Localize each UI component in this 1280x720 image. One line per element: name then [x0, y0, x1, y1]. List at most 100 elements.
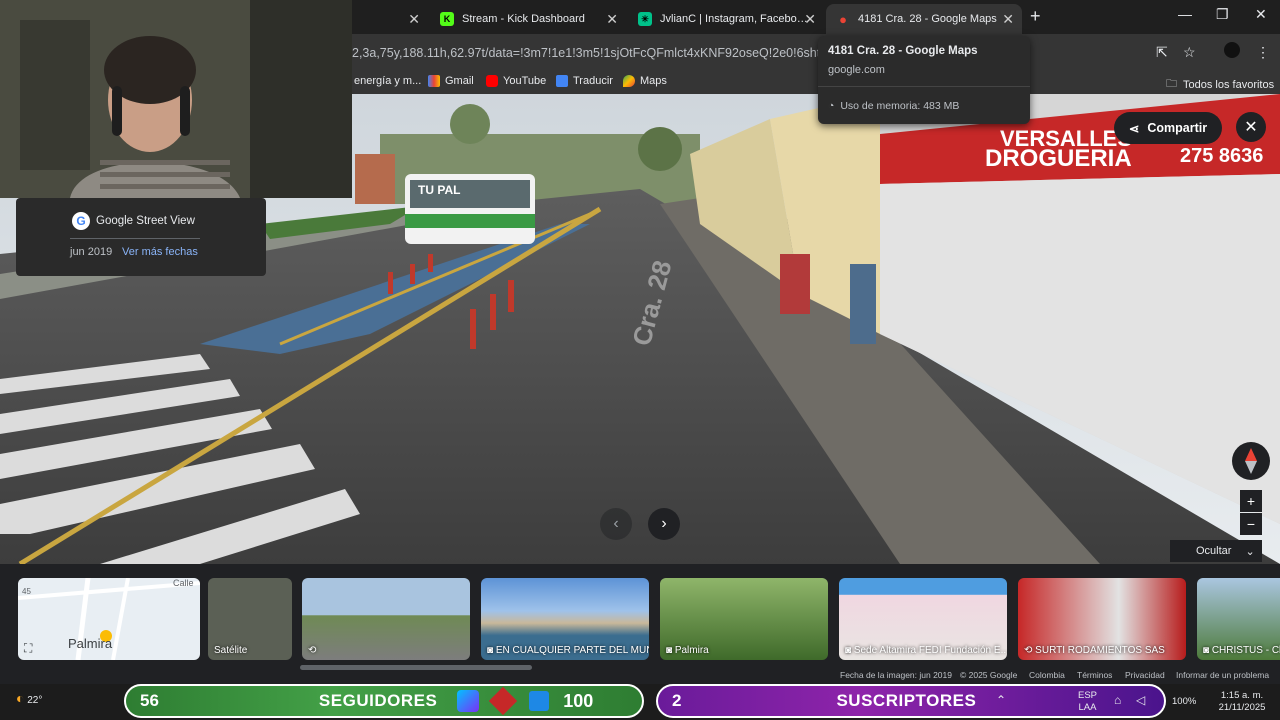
thumbnail-label: ◙ CHRISTUS - Cl: [1203, 645, 1280, 656]
hide-label: Ocultar: [1196, 545, 1232, 557]
new-tab-button[interactable]: +: [1030, 6, 1041, 27]
camera-icon: ◙: [1203, 645, 1210, 656]
minimap-image: Calle 45 Palmira: [18, 578, 200, 660]
bookmark-item[interactable]: energía y m...: [354, 75, 421, 87]
minimize-icon[interactable]: —: [1178, 6, 1192, 22]
satellite-thumbnail[interactable]: Satélite: [208, 578, 292, 660]
bookmark-label: Traducir: [573, 75, 613, 87]
thumbnail-label-text: CHRISTUS - Cl: [1211, 645, 1280, 656]
minimap-thumbnail[interactable]: Calle 45 Palmira ⛶: [18, 578, 200, 660]
panorama-icon: ⟲: [1024, 645, 1033, 656]
network-icon[interactable]: ⌂: [1114, 694, 1121, 706]
thumbnail-label-text: Sede Altamira FEDI Fundación E...: [853, 645, 1007, 656]
panorama-icon: ⟲: [308, 645, 317, 656]
tab-previous[interactable]: ✕: [352, 4, 428, 34]
thumbnail-label-text: EN CUALQUIER PARTE DEL MUN...: [495, 645, 649, 656]
volume-icon[interactable]: ◁: [1136, 694, 1145, 706]
copyright-label: © 2025 Google: [960, 670, 1018, 680]
copilot-icon[interactable]: [457, 690, 480, 712]
svg-text:TU PAL: TU PAL: [418, 183, 460, 197]
next-arrow-button[interactable]: ›: [648, 508, 680, 540]
report-problem-link[interactable]: Informar de un problema: [1176, 670, 1269, 680]
privacy-link[interactable]: Privacidad: [1125, 670, 1165, 680]
close-tab-icon[interactable]: ✕: [804, 11, 816, 28]
camera-icon: ◙: [666, 645, 673, 656]
maps-pin-icon: ●: [839, 11, 847, 27]
hover-card-domain: google.com: [828, 64, 885, 76]
close-tab-icon[interactable]: ✕: [408, 11, 420, 28]
bookmark-label: Maps: [640, 75, 667, 87]
maps-icon: [623, 75, 635, 87]
zoom-out-button[interactable]: −: [1240, 513, 1262, 535]
bookmark-star-icon[interactable]: ☆: [1183, 44, 1196, 61]
bookmark-gmail[interactable]: Gmail: [428, 75, 474, 87]
memory-usage: ◔ Uso de memoria: 483 MB: [828, 100, 959, 112]
translate-icon: [556, 75, 568, 87]
country-link[interactable]: Colombia: [1029, 670, 1065, 680]
photo-thumbnail[interactable]: ◙ Sede Altamira FEDI Fundación E...: [839, 578, 1007, 660]
svg-text:275 8636: 275 8636: [1180, 145, 1263, 167]
thumbnail-strip: Calle 45 Palmira ⛶ Satélite ⟲ ◙ EN CUALQ…: [0, 564, 1280, 684]
tab-google-maps[interactable]: ● 4181 Cra. 28 - Google Maps ✕: [826, 4, 1022, 34]
all-bookmarks[interactable]: 🗀 Todos los favoritos: [1166, 75, 1274, 94]
tab-linktree[interactable]: ✳ JvlianC | Instagram, Facebook, T ✕: [628, 4, 824, 34]
language-indicator[interactable]: ESP LAA: [1078, 690, 1097, 714]
compass-button[interactable]: [1232, 442, 1270, 480]
menu-icon[interactable]: ⋮: [1256, 44, 1270, 61]
bookmark-translate[interactable]: Traducir: [556, 75, 613, 87]
thumbnail-label-text: SURTI RODAMIENTOS SAS: [1035, 645, 1165, 656]
folder-icon: 🗀: [1166, 78, 1177, 90]
thumbnail-scrollbar[interactable]: [300, 665, 532, 670]
install-app-icon[interactable]: ⇱: [1156, 44, 1168, 61]
thumbnail-label: ◙ EN CUALQUIER PARTE DEL MUN...: [487, 645, 649, 656]
photo-thumbnail[interactable]: ⟲ SURTI RODAMIENTOS SAS: [1018, 578, 1186, 660]
previous-arrow-button[interactable]: ‹: [600, 508, 632, 540]
store-icon[interactable]: [529, 691, 550, 711]
close-window-icon[interactable]: ✕: [1255, 6, 1267, 23]
weather-widget[interactable]: ◐ 22°: [16, 690, 42, 706]
more-dates-link[interactable]: Ver más fechas: [122, 246, 198, 258]
close-tab-icon[interactable]: ✕: [606, 11, 618, 28]
hide-thumbnails-button[interactable]: Ocultar ⌄: [1170, 540, 1262, 562]
bookmark-youtube[interactable]: YouTube: [486, 75, 546, 87]
screen: ✕ K Stream - Kick Dashboard ✕ ✳ JvlianC …: [0, 0, 1280, 720]
language-code: ESP: [1078, 690, 1098, 701]
street-view-info-card: G Google Street View jun 2019 Ver más fe…: [16, 198, 266, 276]
gmail-icon: [428, 75, 440, 87]
image-date-label: Fecha de la imagen: jun 2019: [840, 670, 952, 680]
webcam-image: [0, 0, 352, 198]
photo-thumbnail[interactable]: ⟲: [302, 578, 470, 660]
photo-thumbnail[interactable]: ◙ Palmira: [660, 578, 828, 660]
followers-count: 56: [140, 691, 159, 710]
followers-overlay: 56 SEGUIDORES 100: [124, 684, 644, 718]
profile-avatar[interactable]: [1224, 42, 1240, 58]
thumbnail-label: ⟲ SURTI RODAMIENTOS SAS: [1024, 645, 1165, 656]
share-label: Compartir: [1147, 121, 1208, 135]
svg-text:Palmira: Palmira: [68, 636, 113, 651]
clock[interactable]: 1:15 a. m. 21/11/2025: [1210, 690, 1274, 714]
webcam-overlay: [0, 0, 352, 198]
close-tab-icon[interactable]: ✕: [1002, 11, 1014, 28]
linktree-icon: ✳: [638, 12, 652, 26]
close-street-view-button[interactable]: ✕: [1236, 112, 1266, 142]
share-button[interactable]: ⋖ Compartir: [1114, 112, 1222, 144]
keyboard-layout: LAA: [1078, 702, 1097, 713]
memory-usage-label: Uso de memoria: 483 MB: [840, 100, 960, 112]
expand-map-icon[interactable]: ⛶: [24, 641, 32, 656]
photo-thumbnail[interactable]: ◙ EN CUALQUIER PARTE DEL MUN...: [481, 578, 649, 660]
bookmark-label: energía y m...: [354, 75, 422, 87]
chevron-down-icon: ⌄: [1245, 545, 1255, 558]
tab-kick-dashboard[interactable]: K Stream - Kick Dashboard ✕: [430, 4, 626, 34]
tab-title: JvlianC | Instagram, Facebook, T: [660, 13, 810, 25]
weather-temp: 22°: [27, 695, 43, 706]
bookmark-maps[interactable]: Maps: [623, 75, 667, 87]
svg-text:45: 45: [22, 587, 31, 596]
restore-icon[interactable]: ❐: [1216, 6, 1229, 23]
app-icon[interactable]: [489, 686, 518, 716]
terms-link[interactable]: Términos: [1077, 670, 1112, 680]
tray-chevron-icon[interactable]: ⌃: [996, 694, 1006, 706]
zoom-in-button[interactable]: +: [1240, 490, 1262, 512]
all-bookmarks-label: Todos los favoritos: [1183, 78, 1275, 91]
badge-count: 100: [563, 690, 594, 711]
photo-thumbnail[interactable]: ◙ CHRISTUS - Cl: [1197, 578, 1280, 660]
